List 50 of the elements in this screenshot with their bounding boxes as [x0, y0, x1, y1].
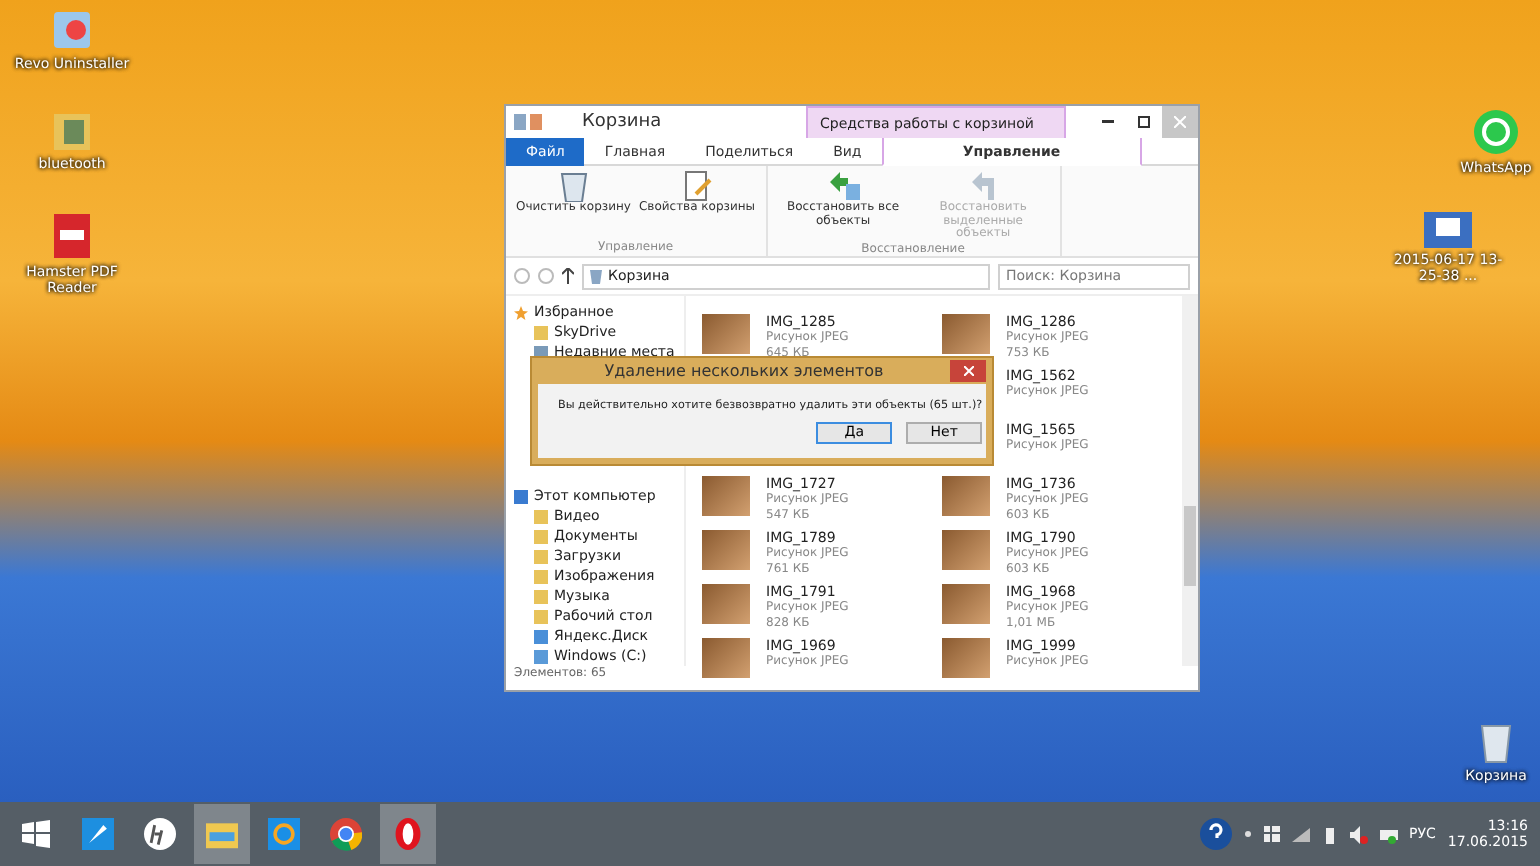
recycle-bin-icon: [559, 170, 588, 202]
rocket-icon: [82, 816, 114, 852]
hp-logo-icon: [144, 816, 176, 852]
recycle-bin-icon: [1478, 720, 1514, 764]
folder-icon: [206, 818, 238, 850]
at-sign-icon: [268, 816, 300, 852]
photo-thumbnail[interactable]: [942, 638, 990, 678]
windows-logo-icon: [22, 820, 50, 848]
pdf-file-icon: [52, 212, 92, 260]
image-file-icon: [1424, 212, 1472, 248]
back-icon: [514, 268, 530, 284]
close-icon: [1174, 116, 1186, 128]
o-logo-icon: [392, 816, 424, 852]
minimize-icon: [1102, 120, 1114, 124]
restore-arrow-icon: [825, 170, 862, 202]
photo-thumbnail[interactable]: [702, 584, 750, 624]
speaker-icon: [1349, 825, 1368, 843]
window-title: Корзина: [582, 112, 664, 132]
up-arrow-icon: [562, 268, 574, 284]
help-icon: [1199, 818, 1232, 850]
photo-thumbnail[interactable]: [942, 584, 990, 624]
photo-thumbnail[interactable]: [702, 638, 750, 678]
photo-thumbnail[interactable]: [702, 530, 750, 570]
scrollbar[interactable]: [1182, 296, 1198, 666]
recycle-bin-icon: [590, 269, 602, 283]
photo-thumbnail[interactable]: [942, 530, 990, 570]
quick-access-icon: [514, 114, 542, 130]
uninstaller-icon: [50, 8, 94, 52]
browser-ball-icon: [330, 816, 362, 852]
taskbar-app[interactable]: [380, 804, 436, 864]
dialog-title: Удаление нескольких элементов: [602, 362, 886, 380]
forward-icon: [538, 268, 554, 284]
photo-thumbnail[interactable]: [702, 476, 750, 516]
star-icon: [514, 305, 528, 319]
network-icon: [1379, 825, 1398, 843]
folder-icon: [52, 108, 92, 152]
drive-icon: [534, 649, 548, 663]
signal-icon: [1291, 827, 1310, 841]
folder-icon: [534, 325, 548, 339]
chat-bubble-icon: [1472, 108, 1520, 156]
close-button[interactable]: [950, 360, 986, 382]
computer-icon: [514, 489, 528, 503]
photo-thumbnail[interactable]: [942, 476, 990, 516]
close-icon: [963, 366, 973, 376]
flag-icon: [1263, 826, 1280, 842]
cloud-icon: [534, 629, 548, 643]
restore-arrow-icon: [969, 170, 998, 202]
photo-thumbnail[interactable]: [702, 314, 750, 354]
maximize-icon: [1138, 116, 1150, 128]
photo-thumbnail[interactable]: [942, 314, 990, 354]
